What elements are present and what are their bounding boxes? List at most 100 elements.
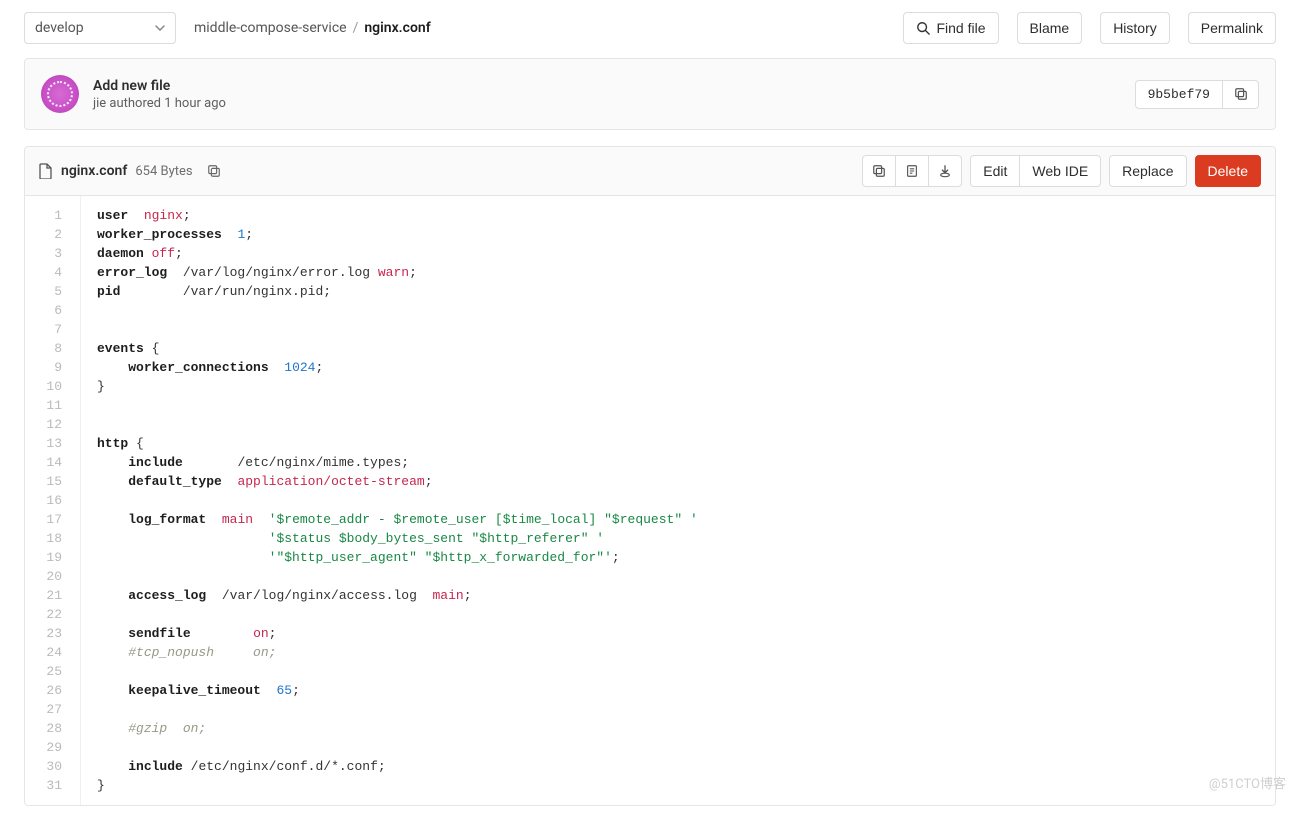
file-panel: nginx.conf 654 Bytes	[24, 146, 1276, 806]
code-line	[97, 738, 1259, 757]
line-number[interactable]: 5	[25, 282, 72, 301]
code-line: daemon off;	[97, 244, 1259, 263]
commit-title: Add new file	[93, 78, 226, 94]
line-number[interactable]: 25	[25, 662, 72, 681]
code-line: error_log /var/log/nginx/error.log warn;	[97, 263, 1259, 282]
download-button[interactable]	[928, 155, 962, 187]
code-line	[97, 320, 1259, 339]
raw-button[interactable]	[895, 155, 929, 187]
code-line	[97, 567, 1259, 586]
line-number[interactable]: 7	[25, 320, 72, 339]
document-icon	[905, 164, 919, 178]
line-number[interactable]: 18	[25, 529, 72, 548]
blame-button[interactable]: Blame	[1017, 12, 1083, 44]
file-header: nginx.conf 654 Bytes	[25, 147, 1275, 196]
commit-meta: Add new file jie authored 1 hour ago	[93, 78, 226, 111]
commit-time: 1 hour ago	[164, 96, 226, 111]
branch-name: develop	[35, 20, 84, 36]
breadcrumb-separator: /	[353, 20, 359, 36]
copy-icon	[872, 164, 886, 178]
code-line: events {	[97, 339, 1259, 358]
line-number[interactable]: 23	[25, 624, 72, 643]
line-number[interactable]: 8	[25, 339, 72, 358]
code-line: }	[97, 377, 1259, 396]
code-line	[97, 415, 1259, 434]
code-line: '"$http_user_agent" "$http_x_forwarded_f…	[97, 548, 1259, 567]
line-number[interactable]: 2	[25, 225, 72, 244]
history-button[interactable]: History	[1100, 12, 1170, 44]
code-line: keepalive_timeout 65;	[97, 681, 1259, 700]
avatar	[41, 75, 79, 113]
breadcrumb: middle-compose-service / nginx.conf	[194, 20, 431, 36]
code-line: sendfile on;	[97, 624, 1259, 643]
copy-contents-button[interactable]	[862, 155, 896, 187]
code-line	[97, 700, 1259, 719]
copy-icon	[1234, 87, 1248, 101]
line-number[interactable]: 1	[25, 206, 72, 225]
line-number[interactable]: 28	[25, 719, 72, 738]
code-line: log_format main '$remote_addr - $remote_…	[97, 510, 1259, 529]
code-line: #tcp_nopush on;	[97, 643, 1259, 662]
code-line: default_type application/octet-stream;	[97, 472, 1259, 491]
line-number[interactable]: 3	[25, 244, 72, 263]
branch-selector[interactable]: develop	[24, 12, 176, 44]
line-number[interactable]: 12	[25, 415, 72, 434]
code-line	[97, 301, 1259, 320]
line-number[interactable]: 30	[25, 757, 72, 776]
line-number[interactable]: 10	[25, 377, 72, 396]
code-line: pid /var/run/nginx.pid;	[97, 282, 1259, 301]
code-line: worker_connections 1024;	[97, 358, 1259, 377]
line-number[interactable]: 21	[25, 586, 72, 605]
permalink-button[interactable]: Permalink	[1188, 12, 1276, 44]
line-number[interactable]: 16	[25, 491, 72, 510]
code-line: user nginx;	[97, 206, 1259, 225]
line-number[interactable]: 15	[25, 472, 72, 491]
line-number[interactable]: 22	[25, 605, 72, 624]
breadcrumb-current: nginx.conf	[364, 20, 430, 36]
line-number[interactable]: 9	[25, 358, 72, 377]
line-number[interactable]: 29	[25, 738, 72, 757]
download-icon	[938, 164, 952, 178]
line-number[interactable]: 27	[25, 700, 72, 719]
file-name: nginx.conf	[61, 163, 127, 179]
sha-group: 9b5bef79	[1135, 80, 1259, 109]
line-number-gutter: 1234567891011121314151617181920212223242…	[25, 196, 81, 805]
file-icon	[39, 163, 53, 179]
commit-author: jie	[93, 96, 106, 111]
find-file-button[interactable]: Find file	[903, 12, 998, 44]
code-line: http {	[97, 434, 1259, 453]
file-size: 654 Bytes	[135, 164, 192, 179]
code-line	[97, 605, 1259, 624]
code-line: include /etc/nginx/conf.d/*.conf;	[97, 757, 1259, 776]
code-line: #gzip on;	[97, 719, 1259, 738]
commit-sha[interactable]: 9b5bef79	[1135, 80, 1223, 109]
search-icon	[916, 21, 930, 35]
code-line: access_log /var/log/nginx/access.log mai…	[97, 586, 1259, 605]
code-line	[97, 491, 1259, 510]
chevron-down-icon	[155, 25, 165, 31]
breadcrumb-parent[interactable]: middle-compose-service	[194, 20, 347, 36]
line-number[interactable]: 11	[25, 396, 72, 415]
line-number[interactable]: 6	[25, 301, 72, 320]
copy-path-icon[interactable]	[207, 164, 221, 178]
line-number[interactable]: 17	[25, 510, 72, 529]
line-number[interactable]: 31	[25, 776, 72, 795]
edit-button[interactable]: Edit	[970, 155, 1020, 187]
line-number[interactable]: 19	[25, 548, 72, 567]
code-line: '$status $body_bytes_sent "$http_referer…	[97, 529, 1259, 548]
code-line	[97, 662, 1259, 681]
code-line: worker_processes 1;	[97, 225, 1259, 244]
code-content[interactable]: user nginx;worker_processes 1;daemon off…	[81, 196, 1275, 805]
line-number[interactable]: 24	[25, 643, 72, 662]
line-number[interactable]: 4	[25, 263, 72, 282]
commit-panel: Add new file jie authored 1 hour ago 9b5…	[24, 58, 1276, 130]
replace-button[interactable]: Replace	[1109, 155, 1186, 187]
line-number[interactable]: 14	[25, 453, 72, 472]
web-ide-button[interactable]: Web IDE	[1019, 155, 1101, 187]
line-number[interactable]: 20	[25, 567, 72, 586]
delete-button[interactable]: Delete	[1195, 155, 1261, 187]
copy-sha-button[interactable]	[1223, 80, 1259, 109]
line-number[interactable]: 26	[25, 681, 72, 700]
code-line	[97, 396, 1259, 415]
line-number[interactable]: 13	[25, 434, 72, 453]
